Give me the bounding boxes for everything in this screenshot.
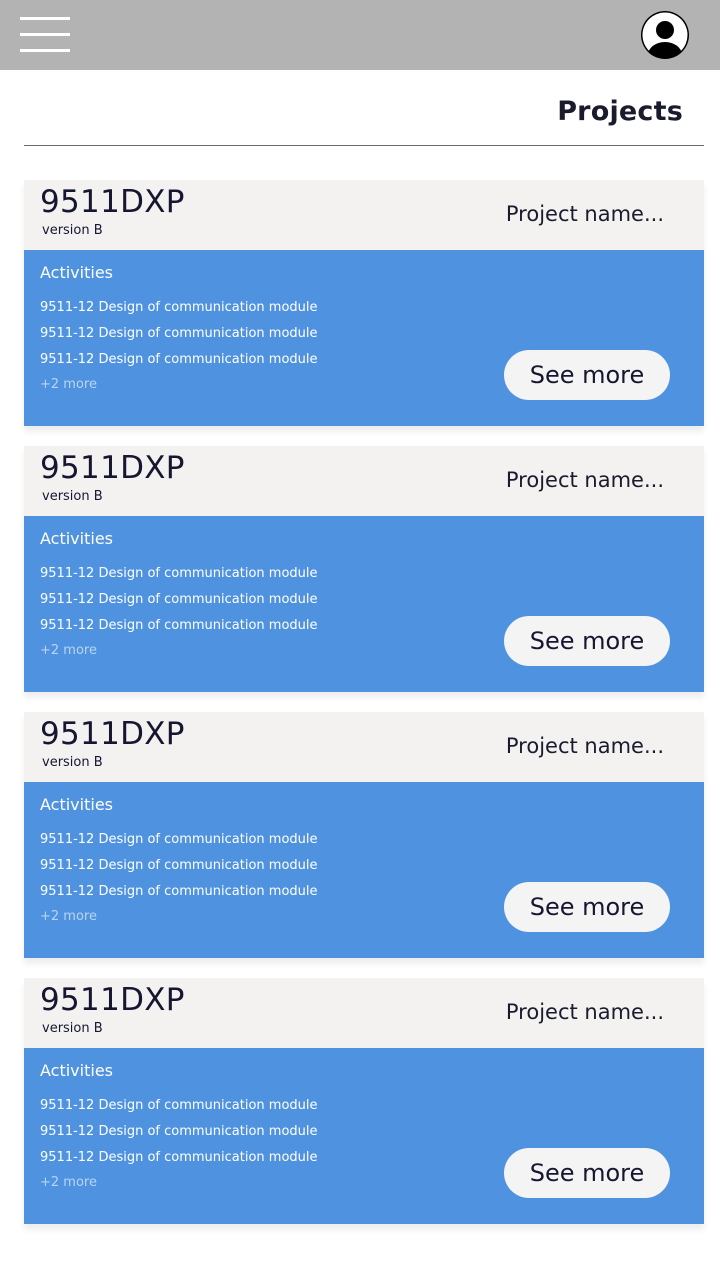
project-code: 9511DXP <box>40 450 185 486</box>
project-card-activities: Activities 9511-12 Design of communicati… <box>24 516 704 692</box>
activities-label: Activities <box>40 795 113 814</box>
project-card-list: 9511DXP version B Project name... Activi… <box>24 180 704 1244</box>
project-card-header: 9511DXP version B Project name... <box>24 712 704 782</box>
top-app-bar <box>0 0 720 70</box>
project-card: 9511DXP version B Project name... Activi… <box>24 978 704 1224</box>
activity-item: 9511-12 Design of communication module <box>40 832 318 847</box>
activity-item: 9511-12 Design of communication module <box>40 618 318 633</box>
activity-item: 9511-12 Design of communication module <box>40 352 318 367</box>
activity-item: 9511-12 Design of communication module <box>40 300 318 315</box>
activity-item: 9511-12 Design of communication module <box>40 1150 318 1165</box>
project-code: 9511DXP <box>40 716 185 752</box>
project-card-header: 9511DXP version B Project name... <box>24 180 704 250</box>
user-account-icon[interactable] <box>640 10 690 60</box>
project-version: version B <box>42 1021 103 1036</box>
project-card: 9511DXP version B Project name... Activi… <box>24 180 704 426</box>
project-name: Project name... <box>505 468 664 492</box>
activity-item: 9511-12 Design of communication module <box>40 1098 318 1113</box>
project-code: 9511DXP <box>40 184 185 220</box>
project-code: 9511DXP <box>40 982 185 1018</box>
activity-item: 9511-12 Design of communication module <box>40 884 318 899</box>
project-card: 9511DXP version B Project name... Activi… <box>24 446 704 692</box>
more-activities-count: +2 more <box>40 1175 97 1190</box>
project-version: version B <box>42 223 103 238</box>
project-name: Project name... <box>505 202 664 226</box>
project-card-activities: Activities 9511-12 Design of communicati… <box>24 782 704 958</box>
more-activities-count: +2 more <box>40 909 97 924</box>
activities-label: Activities <box>40 529 113 548</box>
project-card-header: 9511DXP version B Project name... <box>24 446 704 516</box>
activities-label: Activities <box>40 1061 113 1080</box>
page-title: Projects <box>557 96 683 127</box>
activity-item: 9511-12 Design of communication module <box>40 566 318 581</box>
see-more-button[interactable]: See more <box>504 1148 670 1198</box>
hamburger-menu-icon[interactable] <box>20 17 70 53</box>
activity-item: 9511-12 Design of communication module <box>40 592 318 607</box>
project-card-header: 9511DXP version B Project name... <box>24 978 704 1048</box>
see-more-button[interactable]: See more <box>504 350 670 400</box>
more-activities-count: +2 more <box>40 377 97 392</box>
see-more-button[interactable]: See more <box>504 616 670 666</box>
project-card-activities: Activities 9511-12 Design of communicati… <box>24 250 704 426</box>
project-version: version B <box>42 755 103 770</box>
activities-label: Activities <box>40 263 113 282</box>
project-name: Project name... <box>505 1000 664 1024</box>
title-divider <box>24 145 704 146</box>
project-card: 9511DXP version B Project name... Activi… <box>24 712 704 958</box>
activity-item: 9511-12 Design of communication module <box>40 1124 318 1139</box>
project-name: Project name... <box>505 734 664 758</box>
more-activities-count: +2 more <box>40 643 97 658</box>
activity-item: 9511-12 Design of communication module <box>40 858 318 873</box>
project-card-activities: Activities 9511-12 Design of communicati… <box>24 1048 704 1224</box>
see-more-button[interactable]: See more <box>504 882 670 932</box>
activity-item: 9511-12 Design of communication module <box>40 326 318 341</box>
project-version: version B <box>42 489 103 504</box>
